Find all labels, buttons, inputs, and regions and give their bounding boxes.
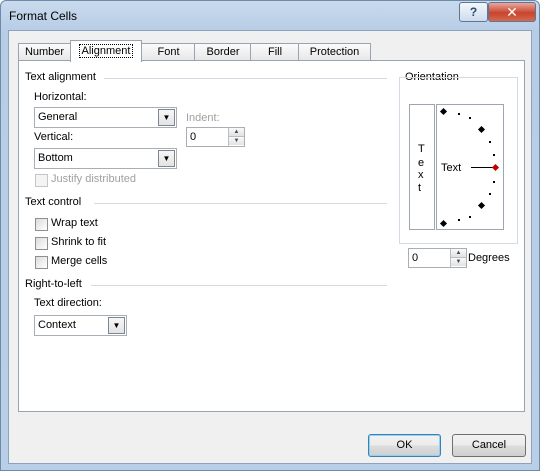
vertical-label: Vertical: [34,131,74,143]
tab-fill[interactable]: Fill [250,43,300,61]
wrap-text-checkbox[interactable] [35,218,48,231]
indent-label: Indent: [186,112,220,124]
alignment-panel: Text alignment Horizontal: General ▼ Ind… [18,60,525,412]
dial-dot [493,154,495,156]
help-icon: ? [469,5,478,19]
title-bar: Format Cells ? ✕ [1,1,539,29]
vertical-text-button[interactable]: T e x t [409,104,435,230]
dialog-client-area: Number Alignment Font Border Fill Protec… [8,30,532,464]
indent-stepper[interactable]: 0 ▲ ▼ [186,127,245,147]
merge-cells-label: Merge cells [51,255,108,267]
shrink-to-fit-checkbox[interactable] [35,237,48,250]
orientation-dial[interactable]: Text [436,104,504,230]
dial-marker [439,219,448,228]
degrees-value: 0 [412,252,419,264]
wrap-text-label: Wrap text [51,217,98,229]
help-button[interactable]: ? [459,2,488,22]
dial-pointer-line [471,167,493,168]
tab-number-label: Number [24,46,65,58]
text-alignment-heading: Text alignment [25,71,96,83]
horizontal-select[interactable]: General ▼ [34,107,177,128]
indent-up-icon[interactable]: ▲ [229,128,244,137]
degrees-stepper[interactable]: 0 ▲ ▼ [408,248,467,268]
window-title: Format Cells [9,9,78,23]
tab-border-label: Border [206,46,240,58]
right-to-left-divider [91,285,387,286]
dial-dot [489,141,491,143]
indent-value: 0 [190,131,197,143]
dial-dot [458,219,460,221]
text-control-divider [94,203,387,204]
tab-fill-label: Fill [267,46,283,58]
right-to-left-heading: Right-to-left [25,278,82,290]
format-cells-dialog: Format Cells ? ✕ Number Alignment Font B… [0,0,540,471]
dial-marker [439,107,448,116]
tab-border[interactable]: Border [194,43,252,61]
dial-dot [458,113,460,115]
merge-cells-checkbox[interactable] [35,256,48,269]
indent-down-icon[interactable]: ▼ [229,137,244,145]
dial-text: Text [441,162,462,174]
text-control-heading: Text control [25,196,82,208]
degrees-up-icon[interactable]: ▲ [451,249,466,258]
justify-distributed-label: Justify distributed [51,173,136,185]
degrees-label: Degrees [468,252,510,264]
tab-protection[interactable]: Protection [298,43,371,61]
vertical-text-letter: T [418,143,425,155]
text-alignment-divider [104,78,387,79]
dial-dot [489,193,491,195]
dial-marker [477,201,486,210]
text-direction-select[interactable]: Context ▼ [34,315,127,336]
tab-number[interactable]: Number [18,43,71,61]
vertical-value: Bottom [38,152,73,164]
tab-protection-label: Protection [309,46,360,58]
justify-distributed-checkbox[interactable] [35,174,48,187]
degrees-down-icon[interactable]: ▼ [451,258,466,266]
dial-dot [469,117,471,119]
shrink-to-fit-label: Shrink to fit [51,236,107,248]
cancel-button[interactable]: Cancel [452,434,526,457]
text-direction-label: Text direction: [34,297,102,309]
horizontal-label: Horizontal: [34,91,87,103]
text-direction-value: Context [38,319,76,331]
chevron-down-icon[interactable]: ▼ [158,109,175,126]
dial-dot [493,181,495,183]
dial-indicator[interactable] [491,163,500,172]
dial-marker [477,125,486,134]
dial-dot [469,216,471,218]
ok-button[interactable]: OK [368,434,441,457]
close-button[interactable]: ✕ [488,2,536,22]
tab-alignment[interactable]: Alignment [70,40,142,62]
vertical-text-letter: t [418,182,422,194]
orientation-group: T e x t Text [399,77,518,244]
chevron-down-icon[interactable]: ▼ [108,317,125,334]
vertical-text-letter: e [418,157,425,169]
tab-font-label: Font [157,46,180,58]
horizontal-value: General [38,111,78,123]
tab-alignment-label: Alignment [78,44,134,58]
vertical-text-letter: x [418,169,424,181]
close-icon: ✕ [506,3,518,20]
vertical-select[interactable]: Bottom ▼ [34,148,177,169]
chevron-down-icon[interactable]: ▼ [158,150,175,167]
tab-font[interactable]: Font [141,43,196,61]
